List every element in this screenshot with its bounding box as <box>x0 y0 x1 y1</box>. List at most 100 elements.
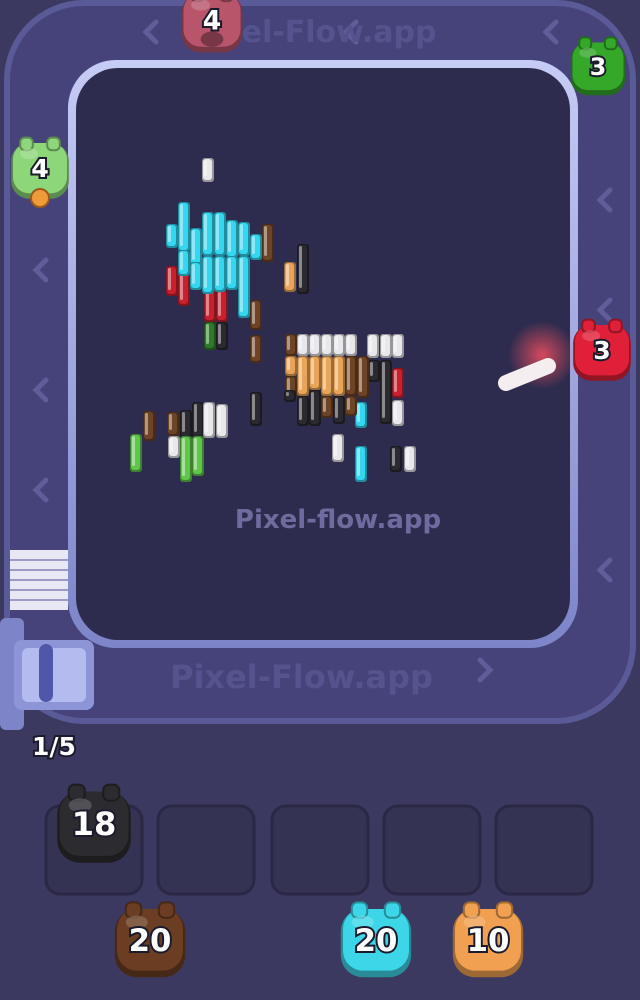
pixel-block-highlight <box>252 302 255 324</box>
pixel-block-highlight <box>382 336 385 352</box>
pin-icon <box>30 188 50 208</box>
pixel-block-highlight <box>204 258 207 288</box>
slot-3[interactable] <box>270 804 370 896</box>
pixel-block-highlight <box>194 438 197 470</box>
shooter-count: 20 <box>355 923 398 959</box>
pixel-block-highlight <box>335 336 338 350</box>
slot-2[interactable] <box>156 804 256 896</box>
pixel-block-highlight <box>286 392 289 396</box>
pixel-block-highlight <box>335 358 338 390</box>
pixel-block-highlight <box>252 236 255 254</box>
shooter-ear-right <box>495 901 514 919</box>
shooter-ear-left <box>19 136 34 152</box>
pixel-block-highlight <box>347 398 350 410</box>
progress-label: 1/5 <box>32 732 76 761</box>
shooter-ear-left <box>124 901 143 919</box>
pixel-block-highlight <box>145 413 148 435</box>
queue-shooter-black[interactable]: 18 <box>57 783 131 863</box>
shooter-right[interactable]: 3 <box>573 318 631 381</box>
shooter-ear-left <box>581 318 596 334</box>
shooter-ear-left <box>67 783 86 802</box>
game-stage: Pixel-Flow.app Pixel-Flow.app Pixel-flow… <box>0 0 636 978</box>
pixel-block-highlight <box>252 337 255 357</box>
pixel-block-highlight <box>311 392 314 420</box>
pixel-block-highlight <box>357 448 360 476</box>
pixel-block-highlight <box>194 404 197 432</box>
pixel-block-highlight <box>334 436 337 456</box>
shooter-count: 4 <box>203 6 222 37</box>
pixel-block-highlight <box>182 412 185 432</box>
pixel-block-highlight <box>370 362 373 376</box>
shooter-count: 10 <box>467 923 510 959</box>
pixel-block-highlight <box>204 214 207 250</box>
pixel-block-highlight <box>182 438 185 476</box>
slot-5[interactable] <box>494 804 594 896</box>
pixel-block-highlight <box>132 436 135 466</box>
pixel-block-highlight <box>299 246 302 288</box>
pixel-block-highlight <box>240 224 243 250</box>
pixel-block-highlight <box>394 370 397 392</box>
shooter-top-right[interactable]: 3 <box>570 36 626 96</box>
pixel-block-highlight <box>168 268 171 290</box>
pixel-block-highlight <box>323 358 326 390</box>
pixel-block-highlight <box>357 404 360 422</box>
pixel-block-highlight <box>394 336 397 352</box>
pixel-block-highlight <box>264 226 267 256</box>
shooter-ear-right <box>157 901 176 919</box>
pixel-block-highlight <box>228 258 231 284</box>
pixel-block-highlight <box>299 398 302 420</box>
pixel-block-highlight <box>192 230 195 260</box>
track-stairs <box>10 550 68 610</box>
pixel-block-highlight <box>299 336 302 350</box>
pixel-block-highlight <box>240 258 243 312</box>
pixel-block-highlight <box>192 264 195 284</box>
pixel-block-highlight <box>287 336 290 350</box>
pixel-block-highlight <box>169 414 172 430</box>
queue-shooter-brown[interactable]: 20 <box>114 901 186 978</box>
pixel-block-highlight <box>299 358 302 390</box>
shooter-count: 18 <box>72 805 117 843</box>
shooter-top[interactable]: 4 <box>181 0 243 53</box>
pixel-block-highlight <box>287 358 290 370</box>
pixel-block-highlight <box>218 292 221 316</box>
pixel-block-highlight <box>218 324 221 344</box>
shooter-count: 3 <box>590 53 607 81</box>
shooter-ear-left <box>350 901 369 919</box>
pixel-block-highlight <box>180 274 183 300</box>
pixel-block-highlight <box>216 258 219 286</box>
pixel-block-highlight <box>359 358 362 392</box>
pixel-block-highlight <box>335 398 338 418</box>
center-watermark: Pixel-flow.app <box>235 505 441 535</box>
pixel-block-highlight <box>323 398 326 412</box>
pixel-block-highlight <box>286 264 289 286</box>
queue-shooter-orange[interactable]: 10 <box>452 901 524 978</box>
pixel-block-highlight <box>168 226 171 242</box>
pixel-block-highlight <box>180 204 183 246</box>
queue-shooter-cyan[interactable]: 20 <box>340 901 412 978</box>
shooter-ear-left <box>462 901 481 919</box>
pixel-block-highlight <box>311 336 314 350</box>
gate-slot-indicator <box>39 644 53 702</box>
pixel-block-highlight <box>180 252 183 270</box>
pixel-block-highlight <box>369 336 372 352</box>
pixel-block-highlight <box>216 214 219 250</box>
pixel-block-highlight <box>206 324 209 344</box>
pixel-block-highlight <box>206 292 209 316</box>
pixel-block-highlight <box>311 358 314 384</box>
pixel-block-highlight <box>204 160 207 176</box>
pixel-block-highlight <box>205 404 208 432</box>
pixel-block-highlight <box>218 406 221 432</box>
shooter-ear-right <box>219 0 233 3</box>
pixel-block-highlight <box>323 336 326 350</box>
pixel-block-highlight <box>170 438 173 452</box>
pixel-block-highlight <box>287 378 290 392</box>
pixel-block-highlight <box>228 222 231 252</box>
pixel-block-face <box>285 391 294 400</box>
pixel-block-highlight <box>347 358 350 390</box>
pixel-block-highlight <box>392 448 395 466</box>
shooter-ear-right <box>603 36 618 51</box>
pixel-block-highlight <box>347 336 350 350</box>
shooter-count: 4 <box>31 154 49 183</box>
slot-4[interactable] <box>382 804 482 896</box>
shooter-ear-right <box>102 783 121 802</box>
